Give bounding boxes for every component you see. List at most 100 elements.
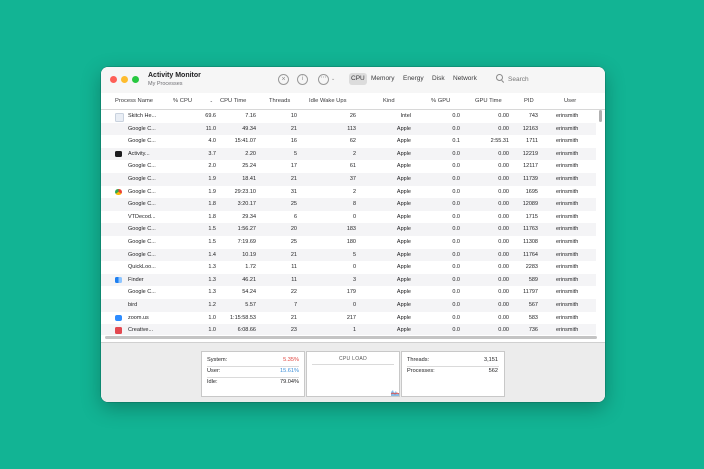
zoom-window-button[interactable] xyxy=(132,76,139,83)
cell-idle: 2 xyxy=(352,150,356,157)
cell-cpu-time: 25.24 xyxy=(242,163,256,170)
close-window-button[interactable] xyxy=(110,76,117,83)
cell-kind: Apple xyxy=(396,201,411,208)
cell-gpu-time: 0.00 xyxy=(498,302,509,308)
table-row[interactable]: zoom.us 1.0 1:15:58.53 21 217 Apple 0.0 0.00 583… xyxy=(101,312,596,325)
activity-monitor-window: Activity Monitor My Processes × i ⋯ ⌄ CP… xyxy=(101,67,605,402)
cell-user: erinsmith xyxy=(556,251,579,258)
tab-cpu[interactable]: CPU xyxy=(349,73,367,85)
cell-gpu-time: 0.00 xyxy=(498,251,509,258)
cell-gpu-time: 0.00 xyxy=(498,201,509,208)
cell-user: erinsmith xyxy=(556,125,579,132)
cpu-load-graph xyxy=(390,390,400,396)
table-row[interactable]: Google C... 1.5 1:56.27 20 183 Apple 0.0 0.00 11… xyxy=(101,223,596,236)
cell-gpu: 0.0 xyxy=(452,239,460,245)
col-user[interactable]: User xyxy=(562,93,590,109)
table-row[interactable]: Google C... 1.9 29:23.10 31 2 Apple 0.0 0.00 169… xyxy=(101,186,596,199)
cell-gpu-time: 0.00 xyxy=(498,239,509,245)
col-kind[interactable]: Kind xyxy=(381,93,411,109)
col-pid[interactable]: PID xyxy=(522,93,544,109)
table-row[interactable]: Google C... 11.0 49.34 21 113 Apple 0.0 0.00 121… xyxy=(101,122,596,136)
table-row[interactable]: Activity... 3.7 2.20 5 2 Apple 0.0 0.00 12219 eri… xyxy=(101,147,596,161)
table-row[interactable]: Skitch He... 69.6 7.16 10 26 Intel 0.0 0.00 743 e… xyxy=(101,110,596,123)
col-process-name[interactable]: Process Name xyxy=(113,93,165,109)
process-name: Finder xyxy=(128,276,144,283)
col-cpu-time[interactable]: CPU Time xyxy=(218,93,263,109)
process-name: Google C... xyxy=(128,201,156,208)
cell-gpu-time: 0.00 xyxy=(498,276,509,283)
chevron-down-icon[interactable]: ⌄ xyxy=(331,76,335,82)
minimize-window-button[interactable] xyxy=(121,76,128,83)
search-input[interactable] xyxy=(506,73,590,85)
table-row[interactable]: Google C... 1.8 3:20.17 25 8 Apple 0.0 0.00 1208… xyxy=(101,198,596,211)
info-icon[interactable]: i xyxy=(297,74,308,85)
cell-kind: Apple xyxy=(396,314,411,321)
col-idle-wake-ups[interactable]: Idle Wake Ups xyxy=(307,93,367,109)
col-gpu-time[interactable]: GPU Time xyxy=(473,93,513,109)
cell-idle: 217 xyxy=(346,314,356,321)
cell-user: erinsmith xyxy=(556,289,579,296)
tab-energy[interactable]: Energy xyxy=(401,73,426,85)
threads-label: Threads: xyxy=(407,357,430,363)
table-row[interactable]: Google C... 1.3 54.24 22 179 Apple 0.0 0.00 1179… xyxy=(101,286,596,299)
user-value: 15.61% xyxy=(280,368,299,374)
tab-network[interactable]: Network xyxy=(451,73,479,85)
cell-cpu-time: 1.72 xyxy=(245,264,256,271)
process-name: Google C... xyxy=(128,289,156,296)
col-cpu-pct[interactable]: % CPU ⌄ xyxy=(171,93,216,109)
cell-idle: 8 xyxy=(352,201,356,208)
col-gpu-pct[interactable]: % GPU xyxy=(429,93,459,109)
cell-user: erinsmith xyxy=(556,150,579,157)
cell-kind: Apple xyxy=(396,213,411,220)
process-name: VTDecod... xyxy=(128,213,156,220)
cell-threads: 16 xyxy=(290,138,297,145)
cell-cpu-time: 46.21 xyxy=(242,276,256,283)
cell-gpu: 0.0 xyxy=(452,251,460,258)
table-row[interactable]: QuickLoo... 1.3 1.72 11 0 Apple 0.0 0.00 2283 eri… xyxy=(101,261,596,274)
tab-memory[interactable]: Memory xyxy=(369,73,396,85)
table-row[interactable]: Google C... 1.5 7:19.69 25 180 Apple 0.0 0.00 11… xyxy=(101,236,596,249)
process-name: Google C... xyxy=(128,226,156,233)
cell-gpu-time: 0.00 xyxy=(498,314,509,321)
process-name: Google C... xyxy=(128,176,156,182)
table-row[interactable]: Google C... 1.4 10.19 21 5 Apple 0.0 0.00 11764 e… xyxy=(101,248,596,262)
cell-cpu-time: 54.24 xyxy=(242,289,256,296)
process-name: Google C... xyxy=(128,251,156,258)
finder-icon xyxy=(115,276,122,284)
table-row[interactable]: Google C... 2.0 25.24 17 61 Apple 0.0 0.00 12117… xyxy=(101,160,596,173)
cell-gpu: 0.0 xyxy=(452,163,460,170)
cell-threads: 23 xyxy=(290,327,297,334)
cell-pid: 12219 xyxy=(522,150,538,157)
table-row[interactable]: VTDecod... 1.8 29.34 6 0 Apple 0.0 0.00 1715 erin… xyxy=(101,211,596,224)
column-header: Process Name % CPU ⌄ CPU Time Threads Id… xyxy=(101,93,605,110)
table-row[interactable]: bird 1.2 5.57 7 0 Apple 0.0 0.00 567 erinsmith xyxy=(101,299,596,312)
col-threads[interactable]: Threads xyxy=(267,93,303,109)
cell-gpu-time: 0.00 xyxy=(498,226,509,233)
vertical-scrollbar[interactable] xyxy=(599,110,602,122)
cell-pid: 11764 xyxy=(523,251,538,258)
table-row[interactable]: Google C... 1.9 18.41 21 37 Apple 0.0 0.00 11739… xyxy=(101,173,596,186)
stop-x-icon[interactable]: × xyxy=(278,74,289,85)
process-table: Skitch He... 69.6 7.16 10 26 Intel 0.0 0.00 743 e… xyxy=(101,110,596,335)
cell-threads: 21 xyxy=(290,251,297,258)
cell-cpu-time: 5.57 xyxy=(245,302,256,308)
cell-threads: 5 xyxy=(293,150,297,157)
divider xyxy=(407,366,499,367)
cell-user: erinsmith xyxy=(556,138,579,145)
cell-threads: 11 xyxy=(291,276,297,283)
cell-gpu-time: 0.00 xyxy=(498,289,509,296)
table-row[interactable]: Creative... 1.0 6:08.66 23 1 Apple 0.0 0.00 736 e… xyxy=(101,324,596,335)
cell-gpu: 0.0 xyxy=(452,125,460,132)
process-name: Creative... xyxy=(128,327,154,334)
cell-threads: 20 xyxy=(290,226,297,233)
cell-user: erinsmith xyxy=(556,188,579,195)
process-name: Google C... xyxy=(128,188,156,195)
process-name: Google C... xyxy=(128,125,156,132)
horizontal-scrollbar[interactable] xyxy=(105,336,597,339)
cell-gpu: 0.0 xyxy=(452,264,460,271)
ellipsis-menu-icon[interactable]: ⋯ xyxy=(318,74,329,85)
tab-disk[interactable]: Disk xyxy=(430,73,447,85)
table-row[interactable]: Google C... 4.0 15:41.07 16 62 Apple 0.1 2:55.3… xyxy=(101,135,596,148)
table-row[interactable]: Finder 1.3 46.21 11 3 Apple 0.0 0.00 589 erinsmit… xyxy=(101,273,596,287)
cell-kind: Intel xyxy=(400,113,411,119)
